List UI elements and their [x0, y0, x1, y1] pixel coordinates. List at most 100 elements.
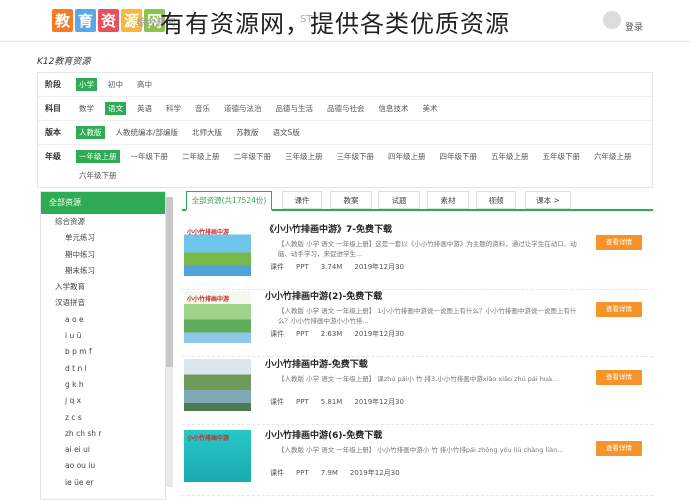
resource-thumbnail[interactable]: 小小竹排画中游	[184, 224, 251, 276]
filter-option[interactable]: 语文	[105, 102, 126, 115]
view-details-button[interactable]: 查看详情	[596, 235, 642, 250]
sidebar-item[interactable]: 期中练习	[41, 247, 165, 263]
filter-option[interactable]: 二年级下册	[231, 150, 275, 163]
resource-description: 【人教版 小学 语文 一年级上册】 小小竹排画中游小 竹 排小竹排pái zhō…	[278, 446, 564, 454]
filter-option[interactable]: 品德与社会	[324, 102, 368, 115]
filter-option[interactable]: 三年级下册	[334, 150, 378, 163]
resource-title[interactable]: 小小竹排画中游-免费下载	[265, 357, 368, 370]
filter-options: 人教版 人教统编本/部编版 北师大版 苏教版 语文S版	[68, 126, 652, 139]
filter-option[interactable]: 一年级上册	[76, 150, 120, 163]
resource-date: 2019年12月30	[349, 469, 400, 477]
logo-char: 育	[75, 8, 97, 32]
tab[interactable]: 全部资源(共17524份)	[186, 191, 272, 211]
filter-option[interactable]: 美术	[420, 102, 441, 115]
sidebar-item[interactable]: 汉语拼音	[41, 295, 165, 311]
sidebar-item[interactable]: a o e	[41, 312, 165, 328]
sidebar-item[interactable]: i u ü	[41, 328, 165, 344]
filter-label: 版本	[45, 128, 61, 137]
filter-option[interactable]: 高中	[134, 78, 155, 91]
resource-meta: 课件 PPT 5.81M 2019年12月30	[270, 397, 416, 407]
resource-type: 课件	[270, 469, 284, 477]
resource-item: 小小竹排画中游 小小竹排画中游(6)-免费下载【人教版 小学 语文 一年级上册】 …	[182, 428, 653, 496]
resource-tabs: 全部资源(共17524份) 课件 教案 试题 素材 视频 课本 >	[182, 191, 653, 211]
view-details-button[interactable]: 查看详情	[596, 302, 642, 317]
filter-row: 阶段 小学 初中 高中	[38, 73, 652, 97]
sidebar-item[interactable]: b p m f	[41, 344, 165, 360]
sidebar-item[interactable]: 入学教育	[41, 279, 165, 295]
filter-label: 年级	[45, 152, 61, 161]
resource-size: 7.9M	[320, 469, 338, 477]
filter-label: 阶段	[45, 80, 61, 89]
filter-option[interactable]: 道德与法治	[221, 102, 265, 115]
resource-meta: 课件 PPT 3.74M 2019年12月30	[270, 262, 416, 272]
filter-option[interactable]: 初中	[105, 78, 126, 91]
resource-format: PPT	[296, 469, 309, 477]
resource-thumbnail[interactable]	[184, 359, 251, 411]
sidebar-item[interactable]: d t n l	[41, 361, 165, 377]
filter-option[interactable]: 苏教版	[233, 126, 262, 139]
filter-options: 一年级上册 一年级下册 二年级上册 二年级下册 三年级上册 三年级下册 四年级上册 四年级下册…	[68, 150, 652, 182]
filter-option[interactable]: 人教版	[76, 126, 105, 139]
tab[interactable]: 教案	[330, 191, 372, 209]
section-title: K12教育资源	[37, 57, 91, 67]
sidebar-item[interactable]: 综合资源	[41, 214, 165, 230]
filter-option[interactable]: 信息技术	[376, 102, 412, 115]
tab[interactable]: 视频	[476, 191, 516, 209]
filter-option[interactable]: 人教统编本/部编版	[113, 126, 182, 139]
filter-option[interactable]: 科学	[163, 102, 184, 115]
resource-description: 【人教版 小学 语文 一年级上册】 课zhú pái小 竹 排3.小小竹排画中游…	[278, 375, 559, 383]
filter-option[interactable]: 六年级下册	[76, 169, 120, 182]
thumbnail-caption: 小小竹排画中游	[187, 435, 230, 442]
resource-size: 2.63M	[320, 330, 343, 338]
filter-option[interactable]: 一年级下册	[128, 150, 172, 163]
filter-option[interactable]: 三年级上册	[282, 150, 326, 163]
resource-date: 2019年12月30	[354, 398, 404, 406]
filter-option[interactable]: 北师大版	[189, 126, 225, 139]
resource-type: 课件	[270, 330, 284, 338]
resource-thumbnail[interactable]: 小小竹排画中游	[184, 430, 251, 482]
sidebar-item[interactable]: ie üe er	[41, 475, 165, 491]
filter-option[interactable]: 二年级上册	[179, 150, 223, 163]
filter-option[interactable]: 五年级下册	[540, 150, 584, 163]
thumbnail-caption: 小小竹排画中游	[187, 229, 230, 236]
resource-title[interactable]: 小小竹排画中游(6)-免费下载	[265, 428, 382, 441]
filter-option[interactable]: 数学	[76, 102, 97, 115]
overlay-title: 有有资源网，提供各类优质资源	[160, 10, 510, 38]
sidebar-scrollbar[interactable]	[166, 197, 173, 487]
filter-option[interactable]: 四年级上册	[385, 150, 429, 163]
sidebar-item[interactable]: zh ch sh r	[41, 426, 165, 442]
resource-size: 5.81M	[320, 398, 343, 406]
resource-title[interactable]: 小小竹排画中游(2)-免费下载	[265, 289, 382, 302]
scrollbar-thumb[interactable]	[166, 197, 173, 367]
sidebar-item[interactable]: ao ou iu	[41, 458, 165, 474]
tab[interactable]: 课件	[282, 191, 322, 209]
resource-date: 2019年12月30	[354, 330, 404, 338]
sidebar-item[interactable]: ai ei ui	[41, 442, 165, 458]
sidebar-item[interactable]: j q x	[41, 393, 165, 409]
view-details-button[interactable]: 查看详情	[596, 370, 642, 385]
filter-option[interactable]: 四年级下册	[437, 150, 481, 163]
filter-option[interactable]: 音乐	[192, 102, 213, 115]
sidebar-item[interactable]: 期末练习	[41, 263, 165, 279]
tab[interactable]: 试题	[378, 191, 420, 209]
view-details-button[interactable]: 查看详情	[596, 441, 642, 456]
filter-options: 数学 语文 英语 科学 音乐 道德与法治 品德与生活 品德与社会 信息技术 美术	[68, 102, 652, 115]
filter-option[interactable]: 品德与生活	[273, 102, 317, 115]
sidebar-head[interactable]: 全部资源	[41, 192, 165, 214]
filter-option[interactable]: 语文S版	[270, 126, 303, 139]
filter-option[interactable]: 英语	[134, 102, 155, 115]
resource-title[interactable]: 《小小竹排画中游》7-免费下载	[265, 222, 392, 235]
resource-format: PPT	[296, 263, 309, 271]
login-link[interactable]: 登录	[625, 20, 643, 33]
logo-char: 资	[98, 8, 120, 32]
filter-option[interactable]: 小学	[76, 78, 97, 91]
sidebar-item[interactable]: g k h	[41, 377, 165, 393]
tab[interactable]: 素材	[427, 191, 469, 209]
resource-thumbnail[interactable]: 小小竹排画中游	[184, 291, 251, 343]
filter-option[interactable]: 五年级上册	[488, 150, 532, 163]
filter-option[interactable]: 六年级上册	[591, 150, 635, 163]
sidebar-item[interactable]: 单元练习	[41, 230, 165, 246]
sidebar-item[interactable]: z c s	[41, 410, 165, 426]
tab[interactable]: 课本 >	[525, 191, 571, 209]
user-icon[interactable]	[603, 11, 621, 29]
